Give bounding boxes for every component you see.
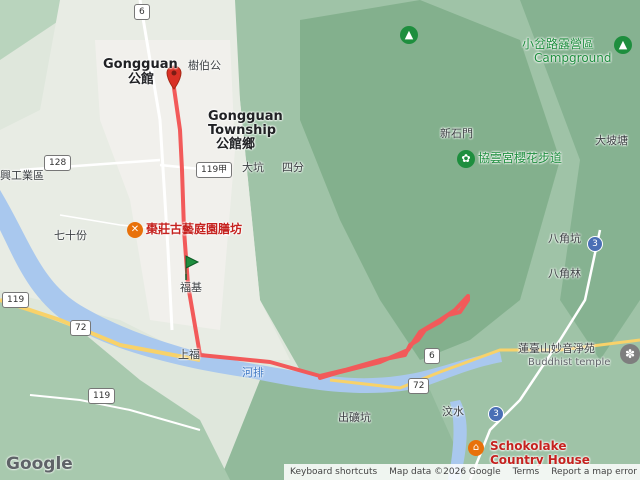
place-gongguan-en: Gongguan	[103, 57, 178, 72]
poi-temple-zh[interactable]: 蓮臺山妙音淨苑	[518, 342, 595, 355]
place-dapotang: 大坡塘	[595, 134, 628, 147]
road-shield-3-a: 3	[587, 236, 603, 252]
terrain-layer	[0, 0, 640, 480]
place-dakeng: 大坑	[242, 161, 264, 174]
place-shangfu: 上福	[178, 348, 200, 361]
road-shield-6-north: 6	[134, 4, 150, 20]
poi-cherry-trail[interactable]: 協雲宮櫻花步道	[478, 151, 562, 165]
poi-schoko-1[interactable]: Schokolake	[490, 439, 566, 453]
report-error-link[interactable]: Report a map error	[551, 467, 637, 477]
place-township-zh: 公館鄉	[216, 137, 256, 152]
place-xinshimen: 新石門	[440, 127, 473, 140]
place-gongguan-zh: 公館	[128, 72, 155, 87]
map-data-text: Map data ©2026 Google	[389, 467, 501, 477]
place-hepai: 河排	[242, 366, 264, 379]
campground-icon[interactable]: ▲	[400, 26, 418, 44]
poi-campground-zh[interactable]: 小岔路露營區	[522, 37, 594, 51]
temple-icon[interactable]: ✽	[620, 344, 640, 364]
poi-temple-en[interactable]: Buddhist temple	[528, 357, 610, 368]
place-sifen: 四分	[282, 161, 304, 174]
place-bajiaolin: 八角林	[548, 267, 581, 280]
road-shield-128: 128	[44, 155, 72, 171]
road-shield-119-bottom: 119	[88, 388, 116, 404]
poi-campground-en[interactable]: Campground	[534, 51, 612, 65]
road-shield-119a: 119甲	[196, 162, 233, 178]
park-icon[interactable]: ✿	[457, 150, 475, 168]
attribution-bar: Keyboard shortcuts Map data ©2026 Google…	[284, 464, 640, 480]
place-qishifen: 七十份	[54, 229, 87, 242]
place-xinggong: 興工業區	[0, 169, 44, 182]
road-shield-119-left: 119	[2, 292, 30, 308]
road-shield-72-left: 72	[70, 320, 92, 336]
place-wenshui: 汶水	[442, 405, 464, 418]
keyboard-shortcuts-link[interactable]: Keyboard shortcuts	[290, 467, 377, 477]
map-canvas[interactable]: Gongguan 公館 樹伯公 Gongguan Township 公館鄉 大坑…	[0, 0, 640, 480]
lodging-icon[interactable]: ⌂	[468, 440, 484, 456]
place-shubogong: 樹伯公	[188, 59, 221, 72]
place-chukuangkeng: 出礦坑	[338, 411, 371, 424]
road-shield-6-right: 6	[424, 348, 440, 364]
place-bajiaokeng: 八角坑	[548, 232, 581, 245]
restaurant-icon[interactable]: ✕	[127, 222, 143, 238]
poi-restaurant[interactable]: 棗莊古藝庭園膳坊	[146, 222, 242, 236]
terms-link[interactable]: Terms	[513, 467, 540, 477]
campground-icon-east[interactable]: ▲	[614, 36, 632, 54]
google-logo: Google	[6, 454, 73, 474]
road-shield-72-right: 72	[408, 378, 430, 394]
place-fuji: 福基	[180, 281, 202, 294]
road-shield-3-b: 3	[488, 406, 504, 422]
